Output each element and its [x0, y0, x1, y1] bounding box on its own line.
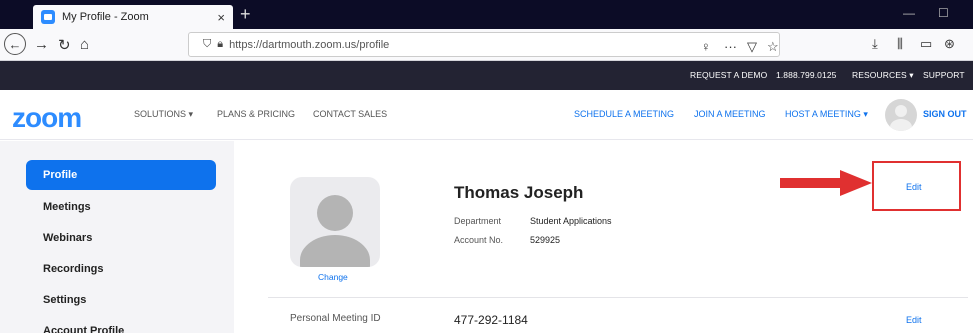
- personal-meeting-id-value: 477-292-1184: [454, 313, 528, 327]
- url-bar[interactable]: ⛉ 🔒︎ https://dartmouth.zoom.us/profile ♀…: [188, 32, 780, 57]
- department-value: Student Applications: [530, 216, 612, 226]
- forward-arrow-icon[interactable]: →: [34, 36, 49, 53]
- downloads-icon[interactable]: ⤓: [872, 36, 878, 52]
- zoom-top-bar: REQUEST A DEMO 1.888.799.0125 RESOURCES …: [0, 61, 973, 90]
- host-meeting-menu[interactable]: HOST A MEETING ▾: [785, 109, 868, 120]
- reload-icon[interactable]: ↻: [58, 36, 71, 54]
- red-arrow-icon: [780, 170, 872, 196]
- tab-close-button[interactable]: ×: [217, 10, 225, 25]
- back-arrow-icon[interactable]: ←: [4, 33, 26, 55]
- sidebar-item-account-profile[interactable]: Account Profile: [26, 316, 216, 333]
- contact-sales-link[interactable]: CONTACT SALES: [313, 109, 387, 119]
- shield-icon[interactable]: ⛉: [203, 38, 211, 51]
- personal-meeting-id-label: Personal Meeting ID: [290, 313, 381, 324]
- zoom-main-nav: zoom SOLUTIONS ▾ PLANS & PRICING CONTACT…: [0, 90, 973, 140]
- solutions-menu[interactable]: SOLUTIONS ▾: [134, 109, 193, 120]
- schedule-meeting-link[interactable]: SCHEDULE A MEETING: [574, 109, 674, 119]
- lock-icon[interactable]: 🔒︎: [217, 38, 223, 51]
- browser-tab[interactable]: My Profile - Zoom ×: [33, 5, 233, 29]
- tab-title: My Profile - Zoom: [62, 11, 149, 23]
- library-icon[interactable]: ⫼: [897, 36, 903, 52]
- minimize-button[interactable]: —: [903, 6, 915, 20]
- new-tab-button[interactable]: +: [240, 4, 251, 25]
- browser-nav-bar: ← → ↻ ⌂ ⛉ 🔒︎ https://dartmouth.zoom.us/p…: [0, 29, 973, 61]
- sidebar-item-recordings[interactable]: Recordings: [26, 254, 216, 284]
- join-meeting-link[interactable]: JOIN A MEETING: [694, 109, 766, 119]
- pocket-key-icon[interactable]: ♀: [701, 39, 711, 54]
- request-demo-link[interactable]: REQUEST A DEMO: [690, 70, 767, 80]
- account-number-label: Account No.: [454, 235, 504, 245]
- browser-tab-strip: My Profile - Zoom × + — ☐: [0, 0, 973, 29]
- pocket-icon[interactable]: ▽: [747, 39, 757, 55]
- plans-pricing-link[interactable]: PLANS & PRICING: [217, 109, 295, 119]
- maximize-button[interactable]: ☐: [938, 6, 949, 20]
- sidebar-item-settings[interactable]: Settings: [26, 285, 216, 315]
- edit-profile-link[interactable]: Edit: [906, 182, 922, 192]
- sidebar-item-meetings[interactable]: Meetings: [26, 192, 216, 222]
- sidebar-toggle-icon[interactable]: ▭: [920, 36, 932, 52]
- edit-pmi-link[interactable]: Edit: [906, 315, 922, 325]
- profile-name: Thomas Joseph: [454, 183, 584, 202]
- more-actions-icon[interactable]: ···: [724, 39, 737, 54]
- bookmark-star-icon[interactable]: ☆: [767, 39, 779, 55]
- profile-picture[interactable]: [290, 177, 380, 267]
- department-label: Department: [454, 216, 502, 226]
- home-icon[interactable]: ⌂: [80, 36, 89, 53]
- zoom-favicon-icon: [41, 10, 55, 24]
- account-number-value: 529925: [530, 235, 561, 245]
- avatar[interactable]: [885, 99, 917, 131]
- sidebar: Profile Meetings Webinars Recordings Set…: [0, 141, 234, 333]
- account-icon[interactable]: ⊛: [944, 36, 955, 52]
- sign-out-link[interactable]: SIGN OUT: [923, 109, 967, 119]
- url-text: https://dartmouth.zoom.us/profile: [229, 38, 390, 51]
- support-link[interactable]: SUPPORT: [923, 70, 965, 80]
- zoom-logo[interactable]: zoom: [12, 102, 82, 134]
- change-picture-link[interactable]: Change: [318, 272, 348, 282]
- resources-menu[interactable]: RESOURCES ▾: [852, 70, 914, 81]
- sidebar-item-profile[interactable]: Profile: [26, 160, 216, 190]
- sidebar-item-webinars[interactable]: Webinars: [26, 223, 216, 253]
- section-divider: [268, 297, 968, 298]
- phone-number-link[interactable]: 1.888.799.0125: [776, 70, 837, 80]
